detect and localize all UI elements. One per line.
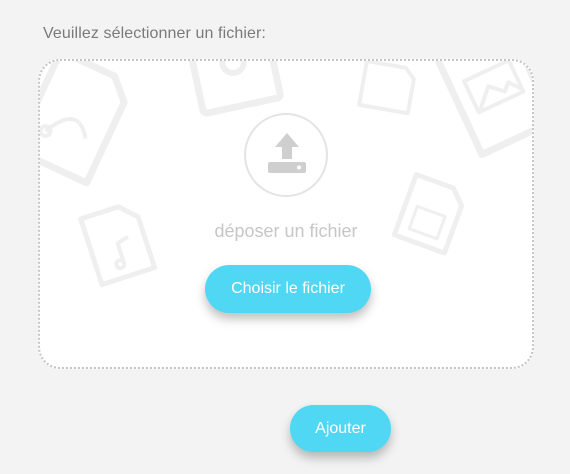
background-file-icons [40,61,532,288]
file-dropzone[interactable]: déposer un fichier Choisir le fichier [38,59,534,369]
upload-tray-icon [268,133,306,173]
upload-page: Veuillez sélectionner un fichier: dépose… [0,0,570,474]
photo-file-icon [186,61,284,117]
image-file-icon [432,61,532,158]
mp3-file-icon [78,204,158,288]
choose-file-button[interactable]: Choisir le fichier [205,265,371,313]
upload-icon[interactable] [244,113,328,197]
vector-file-icon [40,61,128,187]
add-button[interactable]: Ajouter [290,405,391,452]
drop-file-label: déposer un fichier [214,221,358,241]
select-file-prompt: Veuillez sélectionner un fichier: [43,25,266,42]
